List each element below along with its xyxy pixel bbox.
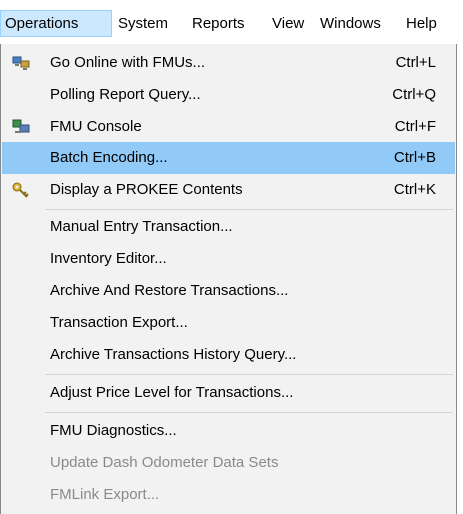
menu-item-label: FMLink Export... — [50, 486, 160, 503]
menu-item-adjust-price-level[interactable]: Adjust Price Level for Transactions... — [2, 377, 455, 409]
menu-item-update-dash-odometer: Update Dash Odometer Data Sets — [2, 447, 455, 479]
menu-item-label: Archive And Restore Transactions... — [50, 282, 289, 299]
menu-item-label: Manual Entry Transaction... — [50, 218, 233, 235]
menu-item-shortcut: Ctrl+Q — [392, 86, 436, 103]
menu-operations[interactable]: Operations — [0, 10, 112, 37]
menu-item-go-online[interactable]: Go Online with FMUs... Ctrl+L — [2, 47, 455, 79]
menu-reports[interactable]: Reports — [192, 10, 245, 37]
menu-separator — [45, 374, 453, 375]
menu-item-fmu-diagnostics[interactable]: FMU Diagnostics... — [2, 415, 455, 447]
menu-item-display-prokee[interactable]: Display a PROKEE Contents Ctrl+K — [2, 174, 455, 206]
menu-item-fmlink-export: FMLink Export... — [2, 479, 455, 511]
menu-item-fmu-console[interactable]: FMU Console Ctrl+F — [2, 111, 455, 143]
menu-item-transaction-export[interactable]: Transaction Export... — [2, 307, 455, 339]
menu-item-archive-history-query[interactable]: Archive Transactions History Query... — [2, 339, 455, 371]
menu-system[interactable]: System — [118, 10, 168, 37]
menu-item-label: Polling Report Query... — [50, 86, 201, 103]
menu-item-shortcut: Ctrl+L — [395, 54, 436, 71]
menu-bar: Operations System Reports View Windows H… — [0, 0, 463, 44]
menu-item-inventory-editor[interactable]: Inventory Editor... — [2, 243, 455, 275]
menu-item-label: Go Online with FMUs... — [50, 54, 206, 71]
menu-item-batch-encoding[interactable]: Batch Encoding... Ctrl+B — [2, 142, 455, 174]
menu-view[interactable]: View — [272, 10, 304, 37]
menu-separator — [45, 412, 453, 413]
menu-item-label: FMU Console — [50, 118, 142, 135]
menu-help[interactable]: Help — [406, 10, 437, 37]
menu-item-label: Inventory Editor... — [50, 250, 167, 267]
console-computers-icon — [12, 119, 30, 135]
menu-item-label: Display a PROKEE Contents — [50, 181, 243, 198]
menu-item-shortcut: Ctrl+F — [394, 118, 436, 135]
network-computers-icon — [12, 55, 30, 71]
menu-item-label: Adjust Price Level for Transactions... — [50, 384, 294, 401]
menu-separator — [45, 209, 453, 210]
menu-item-shortcut: Ctrl+K — [393, 181, 436, 198]
key-icon — [12, 182, 30, 198]
menu-windows[interactable]: Windows — [320, 10, 381, 37]
menu-item-label: Transaction Export... — [50, 314, 188, 331]
menu-item-archive-restore[interactable]: Archive And Restore Transactions... — [2, 275, 455, 307]
menu-item-polling-report-query[interactable]: Polling Report Query... Ctrl+Q — [2, 79, 455, 111]
menu-item-label: Archive Transactions History Query... — [50, 346, 297, 363]
menu-item-label: Batch Encoding... — [50, 149, 168, 166]
menu-item-label: FMU Diagnostics... — [50, 422, 177, 439]
menu-item-shortcut: Ctrl+B — [393, 149, 436, 166]
menu-item-label: Update Dash Odometer Data Sets — [50, 454, 279, 471]
operations-dropdown: Go Online with FMUs... Ctrl+L Polling Re… — [0, 44, 457, 514]
menu-item-manual-entry-transaction[interactable]: Manual Entry Transaction... — [2, 211, 455, 243]
